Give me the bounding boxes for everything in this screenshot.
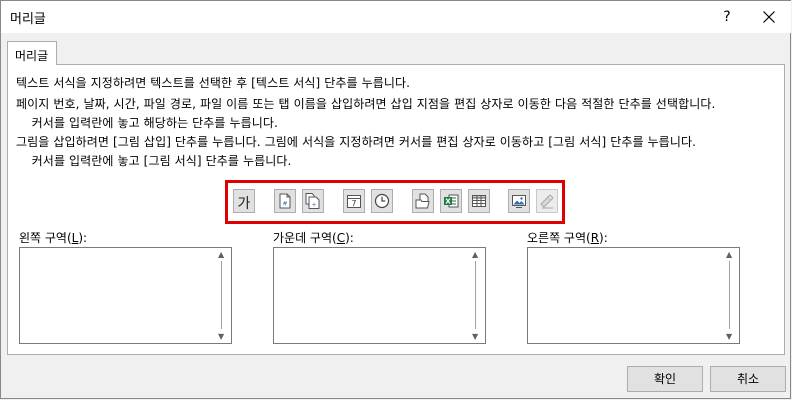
instruction-line-5: 커서를 입력란에 놓고 [그림 서식] 단추를 누릅니다.	[16, 154, 292, 168]
insert-time-button[interactable]	[371, 189, 393, 213]
insert-page-number-button[interactable]: #	[274, 189, 296, 213]
page-number-icon: #	[279, 193, 291, 209]
picture-icon	[512, 195, 526, 208]
close-button[interactable]	[755, 5, 783, 29]
insert-file-name-button[interactable]	[440, 189, 462, 213]
right-section-scrollbar[interactable]: ▲ ▼	[722, 248, 739, 343]
scroll-up-icon: ▲	[472, 250, 479, 259]
format-text-button[interactable]: 가	[233, 189, 255, 213]
right-section-label: 오른쪽 구역(R):	[527, 231, 608, 245]
instruction-line-3: 커서를 입력란에 놓고 해당하는 단추를 누릅니다.	[16, 116, 278, 130]
insert-picture-button[interactable]	[508, 189, 530, 213]
format-picture-button[interactable]	[536, 189, 558, 213]
tab-header[interactable]: 머리글	[7, 41, 57, 65]
scroll-up-icon: ▲	[218, 250, 225, 259]
help-button[interactable]: ?	[715, 5, 739, 29]
ok-button[interactable]: 확인	[627, 366, 703, 392]
file-path-icon	[415, 193, 430, 209]
svg-text:7: 7	[352, 199, 357, 208]
format-picture-icon	[540, 194, 554, 209]
excel-file-icon	[444, 194, 459, 208]
clock-icon	[374, 193, 390, 209]
close-icon	[763, 11, 775, 23]
scroll-up-icon: ▲	[726, 250, 733, 259]
insert-file-path-button[interactable]	[412, 189, 434, 213]
center-section-scrollbar[interactable]: ▲ ▼	[468, 248, 485, 343]
insert-number-of-pages-button[interactable]: +	[302, 189, 324, 213]
left-section-input[interactable]: ▲ ▼	[19, 247, 232, 344]
center-section-input[interactable]: ▲ ▼	[273, 247, 486, 344]
cancel-button[interactable]: 취소	[710, 366, 786, 392]
instruction-line-2: 페이지 번호, 날짜, 시간, 파일 경로, 파일 이름 또는 탭 이름을 삽입…	[16, 97, 716, 111]
insert-date-button[interactable]: 7	[343, 189, 365, 213]
title-bar: 머리글 ?	[1, 1, 791, 33]
format-text-icon: 가	[237, 196, 251, 212]
left-section-scrollbar[interactable]: ▲ ▼	[214, 248, 231, 343]
scroll-down-icon: ▼	[472, 332, 479, 341]
insert-sheet-name-button[interactable]	[468, 189, 490, 213]
calendar-icon: 7	[347, 195, 361, 208]
svg-text:#: #	[282, 201, 287, 208]
instruction-line-1: 텍스트 서식을 지정하려면 텍스트를 선택한 후 [텍스트 서식] 단추를 누릅…	[16, 76, 411, 90]
header-dialog: 머리글 ? 머리글 텍스트 서식을 지정하려면 텍스트를 선택한 후 [텍스트 …	[0, 0, 791, 399]
center-section-label: 가운데 구역(C):	[273, 231, 354, 245]
number-of-pages-icon: +	[305, 193, 320, 209]
right-section-input[interactable]: ▲ ▼	[527, 247, 740, 344]
sheet-grid-icon	[472, 195, 486, 207]
instruction-line-4: 그림을 삽입하려면 [그림 삽입] 단추를 누릅니다. 그림에 서식을 지정하려…	[16, 135, 697, 149]
window-title: 머리글	[10, 12, 46, 27]
left-section-label: 왼쪽 구역(L):	[19, 231, 88, 245]
scroll-down-icon: ▼	[726, 332, 733, 341]
svg-text:+: +	[311, 202, 316, 209]
tab-header-label: 머리글	[15, 49, 49, 63]
scroll-down-icon: ▼	[218, 332, 225, 341]
